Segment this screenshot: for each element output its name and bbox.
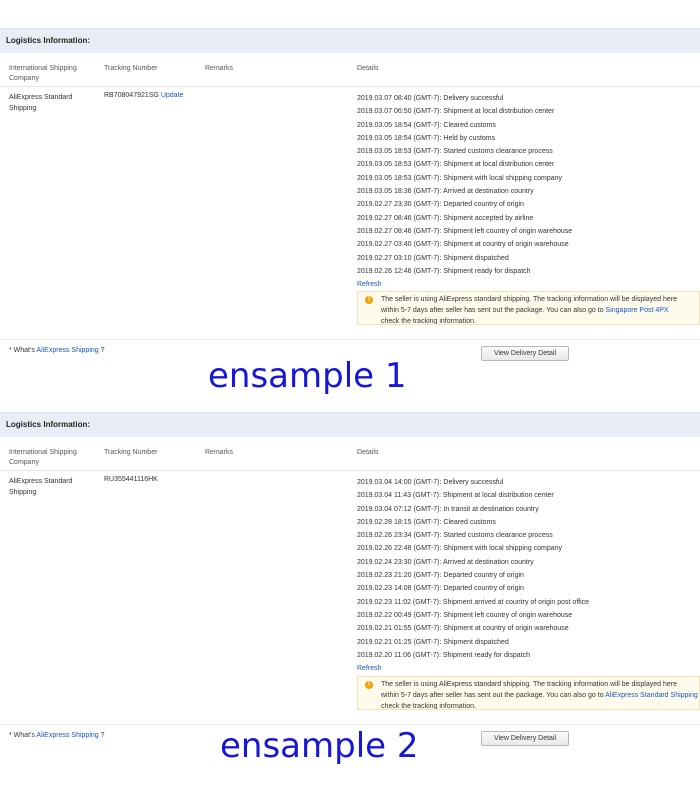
info-pin-icon: !	[365, 681, 373, 689]
section-title: Logistics Information:	[6, 36, 90, 45]
col-details-header: Details	[357, 65, 379, 72]
whats-suffix: ?	[98, 347, 105, 354]
notice-line-text: within 5-7 days after seller has sent ou…	[381, 692, 606, 699]
tracking-number-cell: RU355441116HK	[104, 476, 158, 483]
tracking-event: 2019.03.04 14:00 (GMT-7): Delivery succe…	[357, 479, 504, 486]
tracking-number: RB708047921SG	[104, 92, 159, 99]
section-header-bar: Logistics Information:	[0, 28, 700, 53]
view-delivery-detail-button[interactable]: View Delivery Detail	[481, 346, 569, 361]
carrier-link[interactable]: AliExpress Standard Shipping	[605, 692, 698, 699]
tracking-event: 2019.02.26 23:34 (GMT-7): Started custom…	[357, 532, 553, 540]
tracking-events: 2019.03.07 08:40 (GMT-7): Delivery succe…	[357, 92, 572, 291]
aliexpress-shipping-link[interactable]: AliExpress Shipping	[36, 732, 98, 739]
refresh-link[interactable]: Refresh	[357, 662, 589, 675]
notice-line: check the tracking information.	[381, 703, 476, 710]
tracking-event: 2019.03.05 18:36 (GMT-7): Arrived at des…	[357, 188, 534, 196]
col-remarks-header: Remarks	[205, 65, 234, 72]
notice-line: within 5-7 days after seller has sent ou…	[381, 690, 699, 701]
tracking-event: 2019.03.07 06:50 (GMT-7): Shipment at lo…	[357, 108, 555, 116]
tracking-event: 2019.03.05 18:53 (GMT-7): Shipment at lo…	[357, 161, 555, 169]
shipping-company: AliExpress Standard Shipping	[9, 94, 73, 112]
tracking-event: 2019.02.28 18:15 (GMT-7): Cleared custom…	[357, 518, 496, 526]
tracking-event: 2019.02.26 22:48 (GMT-7): Shipment with …	[357, 545, 563, 553]
col-company-header: International Shipping Company	[9, 65, 77, 82]
tracking-event: 2019.02.24 23:30 (GMT-7): Arrived at des…	[357, 558, 534, 566]
section-header-bar: Logistics Information:	[0, 412, 700, 437]
tracking-event: 2019.02.21 01:55 (GMT-7): Shipment at co…	[357, 625, 569, 633]
sample-caption: ensample 2	[220, 726, 419, 766]
info-pin-icon: !	[365, 296, 373, 304]
tracking-event: 2019.03.05 18:53 (GMT-7): Started custom…	[357, 148, 553, 156]
tracking-event: 2019.02.21 01:25 (GMT-7): Shipment dispa…	[357, 638, 509, 646]
sample-caption: ensample 1	[208, 356, 407, 396]
notice-line: check the tracking information.	[381, 318, 476, 325]
shipping-company: AliExpress Standard Shipping	[9, 478, 73, 496]
tracking-event: 2019.02.26 12:46 (GMT-7): Shipment ready…	[357, 267, 531, 275]
tracking-event: 2019.02.22 00:49 (GMT-7): Shipment left …	[357, 611, 573, 619]
col-details-header: Details	[357, 449, 379, 456]
tracking-events: 2019.03.04 14:00 (GMT-7): Delivery succe…	[357, 476, 589, 675]
tracking-event: 2019.03.07 08:40 (GMT-7): Delivery succe…	[357, 95, 504, 102]
table-header: International Shipping Company Tracking …	[0, 58, 700, 87]
tracking-event: 2019.02.27 08:46 (GMT-7): Shipment left …	[357, 227, 573, 235]
col-tracking-header: Tracking Number	[104, 449, 158, 456]
notice-line: The seller is using AliExpress standard …	[381, 681, 677, 688]
notice-line: within 5-7 days after seller has sent ou…	[381, 305, 699, 316]
whats-suffix: ?	[98, 732, 105, 739]
whats-shipping: * What's AliExpress Shipping ?	[9, 347, 105, 354]
tracking-event: 2019.02.27 03:40 (GMT-7): Shipment at co…	[357, 241, 569, 249]
logistics-panel-2: Logistics Information: International Shi…	[0, 412, 700, 772]
col-tracking-header: Tracking Number	[104, 65, 158, 72]
whats-prefix: * What's	[9, 347, 37, 354]
tracking-event: 2019.02.27 08:46 (GMT-7): Shipment accep…	[357, 214, 534, 222]
refresh-link[interactable]: Refresh	[357, 278, 572, 291]
carrier-link[interactable]: Singapore Post 4PX	[606, 307, 669, 314]
tracking-event: 2019.03.05 18:54 (GMT-7): Cleared custom…	[357, 121, 496, 129]
tracking-event: 2019.03.04 11:43 (GMT-7): Shipment at lo…	[357, 492, 554, 500]
whats-prefix: * What's	[9, 732, 37, 739]
tracking-event: 2019.02.20 11:06 (GMT-7): Shipment ready…	[357, 651, 531, 659]
tracking-event: 2019.02.23 14:08 (GMT-7): Departed count…	[357, 585, 524, 593]
logistics-panel-1: Logistics Information: International Shi…	[0, 28, 700, 396]
notice-line-text: within 5-7 days after seller has sent ou…	[381, 307, 606, 314]
tracking-number-cell: RB708047921SG Update	[104, 92, 183, 99]
tracking-event: 2019.03.05 18:54 (GMT-7): Held by custom…	[357, 134, 496, 142]
update-link[interactable]: Update	[161, 92, 184, 99]
whats-shipping: * What's AliExpress Shipping ?	[9, 732, 105, 739]
notice-text: The seller is using AliExpress standard …	[381, 679, 699, 710]
tracking-number: RU355441116HK	[104, 476, 158, 483]
divider	[0, 339, 700, 340]
tracking-event: 2019.02.23 21:20 (GMT-7): Departed count…	[357, 572, 524, 580]
shipping-notice: ! The seller is using AliExpress standar…	[357, 291, 700, 325]
tracking-event: 2019.02.27 23:30 (GMT-7): Departed count…	[357, 201, 524, 209]
tracking-event: 2019.02.23 11:02 (GMT-7): Shipment arriv…	[357, 598, 590, 606]
notice-line: The seller is using AliExpress standard …	[381, 296, 677, 303]
divider	[0, 724, 700, 725]
col-company-header: International Shipping Company	[9, 449, 77, 466]
notice-text: The seller is using AliExpress standard …	[381, 294, 699, 325]
aliexpress-shipping-link[interactable]: AliExpress Shipping	[36, 347, 98, 354]
tracking-event: 2019.02.27 03:10 (GMT-7): Shipment dispa…	[357, 254, 509, 262]
table-header: International Shipping Company Tracking …	[0, 442, 700, 471]
shipping-notice: ! The seller is using AliExpress standar…	[357, 676, 700, 710]
view-delivery-detail-button[interactable]: View Delivery Detail	[481, 731, 569, 746]
col-remarks-header: Remarks	[205, 449, 234, 456]
section-title: Logistics Information:	[6, 420, 90, 429]
tracking-event: 2019.03.04 07:12 (GMT-7): In transit at …	[357, 505, 539, 513]
tracking-event: 2019.03.05 18:53 (GMT-7): Shipment with …	[357, 174, 563, 182]
